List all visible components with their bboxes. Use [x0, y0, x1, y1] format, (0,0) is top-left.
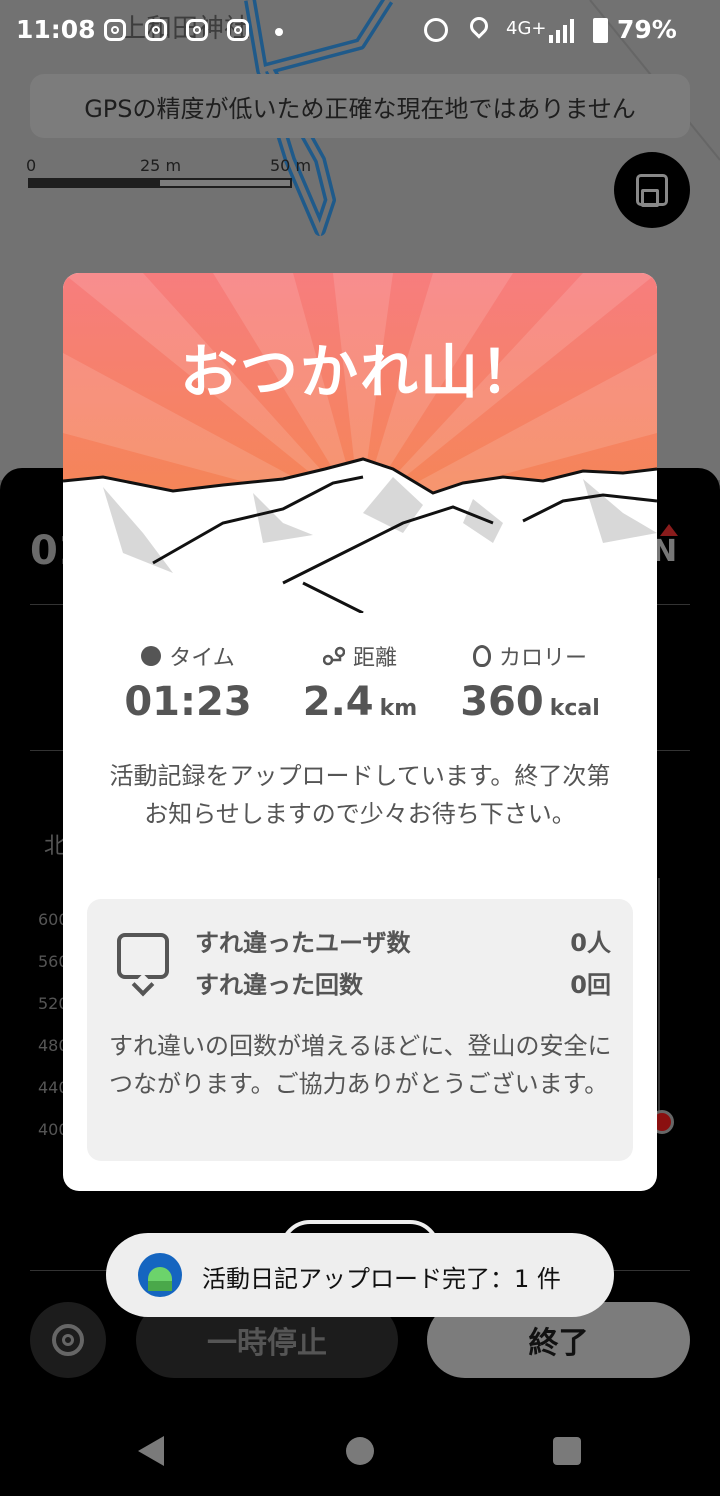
back-icon[interactable] [138, 1436, 164, 1466]
settings-button[interactable] [30, 1302, 106, 1378]
scale-label-max: 50 m [270, 156, 312, 175]
alarm-icon [424, 18, 448, 42]
stat-distance-label: 距離 [352, 646, 397, 671]
battery-icon [593, 18, 608, 43]
completion-dialog: おつかれ山！ タイム 01:23 距離 2.4 km カロリー 360 kcal… [63, 273, 657, 1191]
android-app-icon [138, 1253, 182, 1297]
route-icon [322, 646, 345, 666]
instagram-icon [104, 19, 126, 41]
signal-icon [549, 19, 574, 43]
status-time: 11:08 [16, 15, 96, 44]
scale-label-zero: 0 [26, 156, 37, 175]
instagram-icon [145, 19, 167, 41]
scale-label-mid: 25 m [140, 156, 182, 175]
stat-time-label: タイム [169, 646, 235, 671]
battery-percent: 79% [617, 15, 677, 44]
network-type: 4G+ [506, 18, 547, 39]
map-scale: 0 25 m 50 m [26, 156, 316, 196]
encounter-count-row: すれ違った回数 0回 [195, 965, 611, 1000]
activity-stats: タイム 01:23 距離 2.4 km カロリー 360 kcal [63, 639, 657, 739]
gps-warning-banner: GPSの精度が低いため正確な現在地ではありません [30, 74, 690, 138]
instagram-icon [186, 19, 208, 41]
flame-icon [472, 645, 491, 667]
stat-time: タイム 01:23 [93, 639, 283, 725]
chart-edge [658, 878, 660, 1118]
home-icon[interactable] [346, 1437, 374, 1465]
stat-calories-value: 360 [460, 679, 544, 725]
scale-bar [28, 178, 292, 188]
encounter-face-icon [117, 933, 169, 979]
instagram-icon [227, 19, 249, 41]
stat-time-value: 01:23 [124, 679, 252, 725]
encounter-users-value: 0人 [570, 929, 611, 957]
stat-distance: 距離 2.4 km [265, 639, 455, 725]
more-notifications-icon [275, 28, 283, 36]
encounter-users-row: すれ違ったユーザ数 0人 [195, 923, 611, 958]
system-nav-bar [0, 1410, 720, 1496]
dialog-header: おつかれ山！ [63, 273, 657, 613]
mountain-illustration [63, 273, 657, 613]
gear-icon [52, 1324, 84, 1356]
dialog-title: おつかれ山！ [179, 338, 540, 406]
map-expand-button[interactable] [614, 152, 690, 228]
encounter-count-value: 0回 [570, 971, 611, 999]
stat-distance-unit: km [379, 696, 418, 721]
upload-status-message: 活動記録をアップロードしています。終了次第お知らせしますので少々お待ち下さい。 [109, 762, 611, 828]
recents-icon[interactable] [553, 1437, 581, 1465]
status-bar: 11:08 4G+ 79% [0, 0, 720, 62]
encounter-users-label: すれ違ったユーザ数 [195, 929, 411, 957]
stat-distance-value: 2.4 [302, 679, 374, 725]
encounter-note: すれ違いの回数が増えるほどに、登山の安全につながります。ご協力ありがとうございま… [109, 1032, 612, 1098]
stat-calories: カロリー 360 kcal [435, 639, 625, 725]
location-icon [466, 13, 492, 39]
picture-in-picture-icon [636, 174, 668, 207]
encounter-count-label: すれ違った回数 [195, 971, 363, 999]
app-screen: 上和田神社 11:08 4G+ 79% GPSの精度が低いため正確な現在地ではあ… [0, 0, 720, 1496]
encounter-summary-card: すれ違ったユーザ数 0人 すれ違った回数 0回 すれ違いの回数が増えるほどに、登… [87, 899, 633, 1161]
toast-text: 活動日記アップロード完了：1 件 [202, 1265, 561, 1293]
stopwatch-icon [141, 646, 162, 666]
stat-calories-unit: kcal [549, 696, 600, 721]
stat-calories-label: カロリー [498, 646, 587, 671]
upload-complete-toast: 活動日記アップロード完了：1 件 [106, 1233, 614, 1317]
